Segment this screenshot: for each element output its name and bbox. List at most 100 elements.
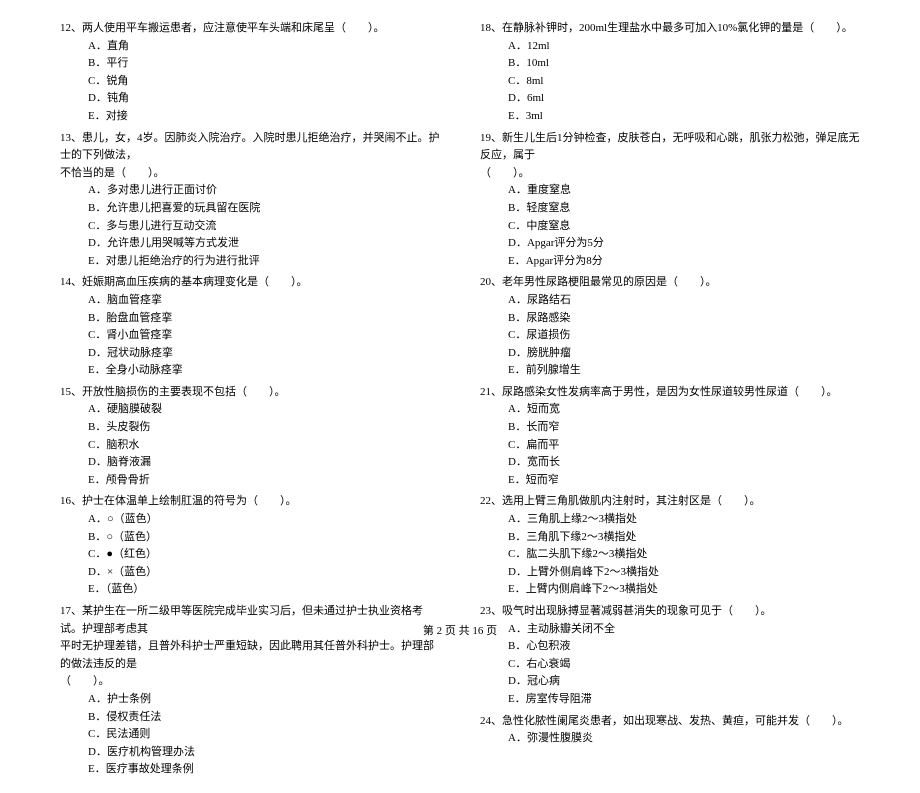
option-d: D．医疗机构管理办法: [88, 744, 440, 762]
options: A．护士条例 B．侵权责任法 C．民法通则 D．医疗机构管理办法 E．医疗事故处…: [60, 691, 440, 779]
option-a: A．直角: [88, 38, 440, 56]
question-13: 13、患儿，女，4岁。因肺炎入院治疗。入院时患儿拒绝治疗，并哭闹不止。护士的下列…: [60, 130, 440, 271]
options: A．直角 B．平行 C．锐角 D．钝角 E．对接: [60, 38, 440, 126]
question-16: 16、护士在体温单上绘制肛温的符号为（ ）。 A．○（蓝色） B．○（蓝色） C…: [60, 493, 440, 599]
question-text: 21、尿路感染女性发病率高于男性，是因为女性尿道较男性尿道（ ）。: [480, 384, 860, 402]
option-c: C．右心衰竭: [508, 656, 860, 674]
option-c: C．肾小血管痉挛: [88, 327, 440, 345]
option-e: E．全身小动脉痉挛: [88, 362, 440, 380]
option-b: B．侵权责任法: [88, 709, 440, 727]
option-c: C．多与患儿进行互动交流: [88, 218, 440, 236]
question-14: 14、妊娠期高血压疾病的基本病理变化是（ ）。 A．脑血管痉挛 B．胎盘血管痉挛…: [60, 274, 440, 380]
question-text: 19、新生儿生后1分钟检查，皮肤苍白，无呼吸和心跳，肌张力松弛，弹足底无反应，属…: [480, 130, 860, 165]
option-e: E．前列腺增生: [508, 362, 860, 380]
option-b: B．长而窄: [508, 419, 860, 437]
option-a: A．尿路结石: [508, 292, 860, 310]
option-c: C．脑积水: [88, 437, 440, 455]
option-e: E．对患儿拒绝治疗的行为进行批评: [88, 253, 440, 271]
option-c: C．8ml: [508, 73, 860, 91]
option-c: C．尿道损伤: [508, 327, 860, 345]
option-d: D．6ml: [508, 90, 860, 108]
option-e: E．3ml: [508, 108, 860, 126]
option-b: B．10ml: [508, 55, 860, 73]
option-b: B．平行: [88, 55, 440, 73]
option-d: D．膀胱肿瘤: [508, 345, 860, 363]
option-c: C．民法通则: [88, 726, 440, 744]
option-e: E．短而窄: [508, 472, 860, 490]
question-text: 22、选用上臂三角肌做肌内注射时，其注射区是（ ）。: [480, 493, 860, 511]
options: A．弥漫性腹膜炎: [480, 730, 860, 748]
option-a: A．护士条例: [88, 691, 440, 709]
option-d: D．允许患儿用哭喊等方式发泄: [88, 235, 440, 253]
option-d: D．上臂外侧肩峰下2～3横指处: [508, 564, 860, 582]
question-21: 21、尿路感染女性发病率高于男性，是因为女性尿道较男性尿道（ ）。 A．短而宽 …: [480, 384, 860, 490]
option-a: A．三角肌上缘2～3横指处: [508, 511, 860, 529]
options: A．短而宽 B．长而窄 C．扁而平 D．宽而长 E．短而窄: [480, 401, 860, 489]
option-e: E．颅骨骨折: [88, 472, 440, 490]
options: A．12ml B．10ml C．8ml D．6ml E．3ml: [480, 38, 860, 126]
question-20: 20、老年男性尿路梗阻最常见的原因是（ ）。 A．尿路结石 B．尿路感染 C．尿…: [480, 274, 860, 380]
option-a: A．弥漫性腹膜炎: [508, 730, 860, 748]
option-b: B．心包积液: [508, 638, 860, 656]
right-column: 18、在静脉补钾时，200ml生理盐水中最多可加入10%氯化钾的量是（ ）。 A…: [480, 20, 860, 783]
question-15: 15、开放性脑损伤的主要表现不包括（ ）。 A．硬脑膜破裂 B．头皮裂伤 C．脑…: [60, 384, 440, 490]
question-text: 24、急性化脓性阑尾炎患者，如出现寒战、发热、黄疸，可能并发（ ）。: [480, 713, 860, 731]
option-b: B．尿路感染: [508, 310, 860, 328]
question-continuation: 不恰当的是（ ）。: [60, 167, 165, 179]
option-b: B．允许患儿把喜爱的玩具留在医院: [88, 200, 440, 218]
question-18: 18、在静脉补钾时，200ml生理盐水中最多可加入10%氯化钾的量是（ ）。 A…: [480, 20, 860, 126]
option-a: A．○（蓝色）: [88, 511, 440, 529]
question-continuation: （ ）。: [480, 165, 860, 183]
question-text: 20、老年男性尿路梗阻最常见的原因是（ ）。: [480, 274, 860, 292]
option-c: C．锐角: [88, 73, 440, 91]
question-text: 23、吸气时出现脉搏显著减弱甚消失的现象可见于（ ）。: [480, 603, 860, 621]
question-text: 14、妊娠期高血压疾病的基本病理变化是（ ）。: [60, 274, 440, 292]
option-b: B．三角肌下缘2～3横指处: [508, 529, 860, 547]
options: A．脑血管痉挛 B．胎盘血管痉挛 C．肾小血管痉挛 D．冠状动脉痉挛 E．全身小…: [60, 292, 440, 380]
options: A．○（蓝色） B．○（蓝色） C．●（红色） D．×（蓝色） E．（蓝色）: [60, 511, 440, 599]
question-text: 15、开放性脑损伤的主要表现不包括（ ）。: [60, 384, 440, 402]
options: A．三角肌上缘2～3横指处 B．三角肌下缘2～3横指处 C．肱二头肌下缘2～3横…: [480, 511, 860, 599]
option-e: E．对接: [88, 108, 440, 126]
question-12: 12、两人使用平车搬运患者，应注意使平车头端和床尾呈（ ）。 A．直角 B．平行…: [60, 20, 440, 126]
option-e: E．（蓝色）: [88, 581, 440, 599]
question-text: 16、护士在体温单上绘制肛温的符号为（ ）。: [60, 493, 440, 511]
option-a: A．重度窒息: [508, 182, 860, 200]
option-c: C．中度窒息: [508, 218, 860, 236]
option-b: B．胎盘血管痉挛: [88, 310, 440, 328]
options: A．多对患儿进行正面讨价 B．允许患儿把喜爱的玩具留在医院 C．多与患儿进行互动…: [60, 182, 440, 270]
question-23: 23、吸气时出现脉搏显著减弱甚消失的现象可见于（ ）。 A．主动脉瓣关闭不全 B…: [480, 603, 860, 709]
option-e: E．房室传导阻滞: [508, 691, 860, 709]
left-column: 12、两人使用平车搬运患者，应注意使平车头端和床尾呈（ ）。 A．直角 B．平行…: [60, 20, 440, 783]
option-a: A．短而宽: [508, 401, 860, 419]
question-text: 12、两人使用平车搬运患者，应注意使平车头端和床尾呈（ ）。: [60, 20, 440, 38]
option-d: D．钝角: [88, 90, 440, 108]
options: A．重度窒息 B．轻度窒息 C．中度窒息 D．Apgar评分为5分 E．Apga…: [480, 182, 860, 270]
option-a: A．脑血管痉挛: [88, 292, 440, 310]
option-b: B．头皮裂伤: [88, 419, 440, 437]
question-19: 19、新生儿生后1分钟检查，皮肤苍白，无呼吸和心跳，肌张力松弛，弹足底无反应，属…: [480, 130, 860, 271]
page-footer: 第 2 页 共 16 页: [0, 622, 920, 638]
question-24: 24、急性化脓性阑尾炎患者，如出现寒战、发热、黄疸，可能并发（ ）。 A．弥漫性…: [480, 713, 860, 748]
question-text: 18、在静脉补钾时，200ml生理盐水中最多可加入10%氯化钾的量是（ ）。: [480, 20, 860, 38]
option-d: D．Apgar评分为5分: [508, 235, 860, 253]
option-c: C．肱二头肌下缘2～3横指处: [508, 546, 860, 564]
option-d: D．脑脊液漏: [88, 454, 440, 472]
option-b: B．○（蓝色）: [88, 529, 440, 547]
question-continuation: 平时无护理差错，且普外科护士严重短缺，因此聘用其任普外科护士。护理部的做法违反的…: [60, 638, 440, 673]
option-b: B．轻度窒息: [508, 200, 860, 218]
option-c: C．●（红色）: [88, 546, 440, 564]
option-a: A．12ml: [508, 38, 860, 56]
option-d: D．冠心病: [508, 673, 860, 691]
option-d: D．宽而长: [508, 454, 860, 472]
option-c: C．扁而平: [508, 437, 860, 455]
options: A．硬脑膜破裂 B．头皮裂伤 C．脑积水 D．脑脊液漏 E．颅骨骨折: [60, 401, 440, 489]
option-e: E．上臂内侧肩峰下2～3横指处: [508, 581, 860, 599]
option-e: E．Apgar评分为8分: [508, 253, 860, 271]
option-e: E．医疗事故处理条例: [88, 761, 440, 779]
question-continuation2: （ ）。: [60, 673, 440, 691]
option-d: D．×（蓝色）: [88, 564, 440, 582]
option-a: A．多对患儿进行正面讨价: [88, 182, 440, 200]
question-text: 13、患儿，女，4岁。因肺炎入院治疗。入院时患儿拒绝治疗，并哭闹不止。护士的下列…: [60, 130, 440, 165]
option-a: A．硬脑膜破裂: [88, 401, 440, 419]
